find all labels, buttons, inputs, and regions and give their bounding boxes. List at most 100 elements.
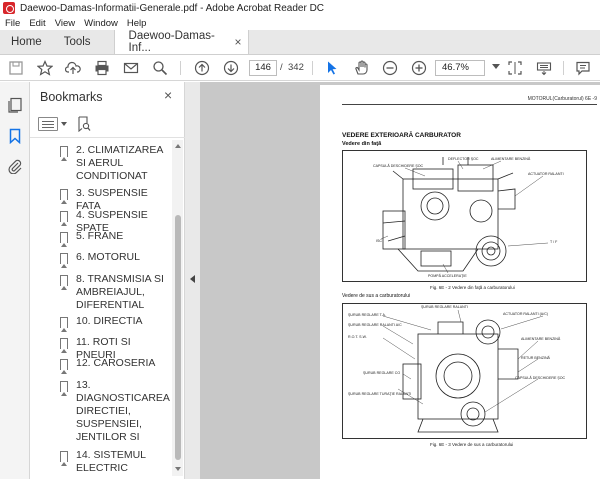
keyboard-icon[interactable] — [535, 59, 553, 77]
running-header-text: MOTORUL(Carburatorul) 6E -9 — [527, 96, 597, 102]
subtitle-front-view: Vedere din faţă — [342, 141, 382, 147]
tab-tools[interactable]: Tools — [53, 30, 102, 54]
bookmark-icon — [60, 317, 68, 332]
page-thumbnails-icon[interactable] — [7, 97, 23, 113]
email-icon[interactable] — [122, 59, 140, 77]
tab-bar: Home Tools Daewoo-Damas-Inf... × — [0, 30, 600, 55]
hand-icon[interactable] — [352, 59, 370, 77]
menu-window[interactable]: Window — [84, 18, 118, 29]
bookmark-icon — [60, 359, 68, 374]
options-menu-icon[interactable] — [38, 117, 58, 131]
scroll-thumb[interactable] — [175, 215, 181, 460]
bookmark-list: 2. CLIMATIZAREA SI AERUL CONDITIONAT 3. … — [30, 139, 170, 479]
bookmarks-icon[interactable] — [7, 128, 23, 145]
page-up-icon[interactable] — [193, 59, 211, 77]
menu-help[interactable]: Help — [127, 18, 147, 29]
panel-close-icon[interactable]: × — [164, 87, 172, 103]
fig-label: CAPSULĂ DESCHIDERE ŞOC — [373, 164, 424, 168]
tab-document-label: Daewoo-Damas-Inf... — [128, 30, 215, 54]
bookmark-icon — [60, 146, 68, 161]
title-bar: Daewoo-Damas-Informatii-Generale.pdf - A… — [0, 0, 600, 16]
bookmarks-panel: Bookmarks × 2. CLIMATIZAREA SI AERUL CON… — [30, 82, 185, 479]
save-icon[interactable] — [7, 59, 25, 77]
scroll-down-arrow-icon[interactable] — [175, 467, 181, 471]
fig-label: ŞURUB REGLARE CO — [363, 371, 401, 375]
fig-label: ŞURUB REGLARE T.A. — [348, 313, 386, 317]
figure-front-view: CAPSULĂ DESCHIDERE ŞOC DEFLECTOR ŞOC ALI… — [342, 150, 587, 282]
bookmarks-toolbar — [38, 115, 91, 133]
figure-caption: Fig. 6E - 2 Vedere din faţă a carburator… — [430, 285, 515, 290]
zoom-level-field[interactable]: 46.7% — [435, 60, 485, 76]
carburetor-front-drawing — [380, 157, 549, 274]
tab-home[interactable]: Home — [0, 30, 53, 54]
zoom-dropdown-arrow-icon[interactable] — [492, 64, 500, 69]
tab-document[interactable]: Daewoo-Damas-Inf... × — [113, 30, 249, 54]
bookmark-search-icon[interactable] — [77, 116, 91, 133]
scroll-up-arrow-icon[interactable] — [175, 144, 181, 148]
bookmark-label: 10. DIRECTIA — [76, 315, 143, 327]
menu-edit[interactable]: Edit — [29, 18, 45, 29]
star-icon[interactable] — [36, 59, 54, 77]
bookmark-icon — [60, 275, 68, 290]
bookmark-label: 12. CAROSERIA — [76, 357, 156, 369]
bookmark-icon — [60, 451, 68, 466]
pdf-page: MOTORUL(Carburatorul) 6E -9 VEDERE EXTER… — [320, 85, 600, 479]
zoom-in-icon[interactable] — [410, 59, 428, 77]
toolbar: 146 / 342 46.7% — [0, 55, 600, 81]
bookmark-label: 13. DIAGNOSTICAREA DIRECTIEI, SUSPENSIEI… — [76, 379, 170, 443]
fit-icon[interactable] — [506, 59, 524, 77]
bookmark-label: 5. FRANE — [76, 230, 124, 242]
print-icon[interactable] — [93, 59, 111, 77]
page-down-icon[interactable] — [222, 59, 240, 77]
toolbar-divider — [180, 61, 181, 75]
running-header: MOTORUL(Carburatorul) 6E -9 — [342, 96, 597, 105]
page-total: 342 — [288, 62, 304, 73]
attachments-icon[interactable] — [7, 158, 23, 175]
fig-label: ALIMENTARE BENZINĂ — [521, 337, 561, 341]
tab-close-icon[interactable]: × — [235, 35, 242, 49]
fig-label: R.O.T. S.W. — [348, 335, 367, 339]
bookmark-icon — [60, 189, 68, 204]
subtitle-top-view: Vedere de sus a carburatorului — [342, 293, 411, 299]
fig-label: ŞURUB REGLARE RALANTI — [421, 305, 468, 309]
bookmark-label: 8. TRANSMISIA SI AMBREIAJUL, DIFERENTIAL — [76, 273, 164, 311]
page-number-input[interactable]: 146 — [249, 60, 277, 76]
comment-icon[interactable] — [574, 59, 592, 77]
page-separator: / — [280, 62, 283, 73]
menu-file[interactable]: File — [5, 18, 20, 29]
figure-caption: Fig. 6E - 3 Vedere de sus a carburatorul… — [430, 442, 514, 447]
fig-label: CAPSULĂ DESCHIDERE ŞOC — [515, 376, 566, 380]
bookmark-icon — [60, 253, 68, 268]
zoom-out-icon[interactable] — [381, 59, 399, 77]
fig-label: RETUR BENZINĂ — [521, 356, 550, 360]
upload-icon[interactable] — [64, 59, 82, 77]
fig-label: ŞURUB REGLARE TURAŢIE RALANTI — [348, 392, 412, 396]
search-icon[interactable] — [151, 59, 169, 77]
bookmark-label: 14. SISTEMUL ELECTRIC — [76, 449, 146, 474]
collapse-left-arrow-icon[interactable] — [190, 275, 195, 283]
fig-label: ACTUATOR RALANTI (A/C) — [503, 312, 548, 316]
bookmark-icon — [60, 338, 68, 353]
bookmark-icon — [60, 232, 68, 247]
fig-label: DEFLECTOR ŞOC — [448, 157, 479, 161]
section-title: VEDERE EXTERIOARĂ CARBURATOR — [342, 132, 461, 139]
bookmarks-panel-title: Bookmarks — [40, 90, 103, 104]
toolbar-divider — [312, 61, 313, 75]
navigation-rail — [0, 82, 30, 479]
fig-label: T / F — [550, 240, 558, 244]
window-title: Daewoo-Damas-Informatii-Generale.pdf - A… — [20, 2, 325, 14]
select-icon[interactable] — [323, 59, 341, 77]
bookmark-icon — [60, 381, 68, 396]
toolbar-divider — [563, 61, 564, 75]
menu-view[interactable]: View — [55, 18, 75, 29]
fig-label: ŞURUB REGLARE RALANTI A/C — [348, 323, 402, 327]
acrobat-logo-icon — [3, 2, 15, 14]
figure-top-view: ŞURUB REGLARE T.A. ŞURUB REGLARE RALANTI… — [342, 303, 587, 439]
chevron-down-icon[interactable] — [61, 122, 67, 126]
bookmark-label: 2. CLIMATIZAREA SI AERUL CONDITIONAT — [76, 144, 163, 182]
fig-label: ISC — [376, 239, 382, 243]
fig-label: POMPĂ ACCELERAŢIE — [428, 274, 467, 278]
fig-label: ACTUATOR RALANTI — [528, 172, 564, 176]
bookmark-label: 6. MOTORUL — [76, 251, 140, 263]
fig-label: ALIMENTARE BENZINĂ — [491, 157, 531, 161]
